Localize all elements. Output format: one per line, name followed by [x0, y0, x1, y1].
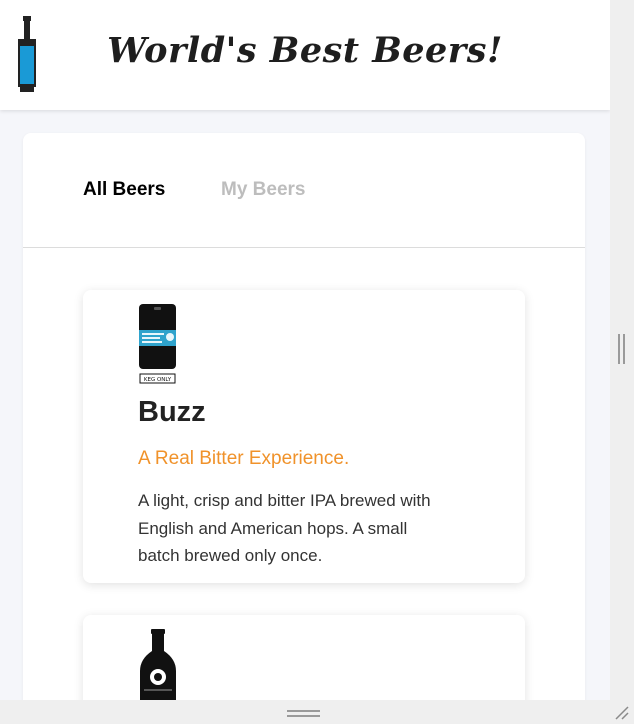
keg-label: KEG ONLY — [144, 377, 172, 383]
main-panel: All Beers My Beers KEG ONLY Buzz A Real … — [23, 133, 585, 724]
beer-tagline: A Real Bitter Experience. — [138, 448, 350, 469]
resize-corner-icon[interactable] — [612, 704, 630, 720]
site-title: World's Best Beers! — [107, 30, 503, 71]
keg-icon: KEG ONLY — [139, 304, 176, 384]
grip-icon — [287, 710, 320, 717]
vertical-resize-handle[interactable] — [610, 0, 634, 700]
grip-icon — [618, 334, 625, 364]
app-header: World's Best Beers! — [0, 0, 610, 110]
beer-card[interactable]: KEG ONLY Buzz A Real Bitter Experience. … — [83, 290, 525, 583]
horizontal-resize-handle[interactable] — [0, 700, 634, 724]
tab-my-beers[interactable]: My Beers — [221, 179, 306, 201]
beer-description: A light, crisp and bitter IPA brewed wit… — [138, 491, 431, 565]
beer-bottle-icon — [140, 629, 176, 709]
tab-all-beers[interactable]: All Beers — [83, 179, 165, 201]
beer-name: Buzz — [138, 396, 206, 428]
tab-bar: All Beers My Beers — [23, 133, 585, 248]
